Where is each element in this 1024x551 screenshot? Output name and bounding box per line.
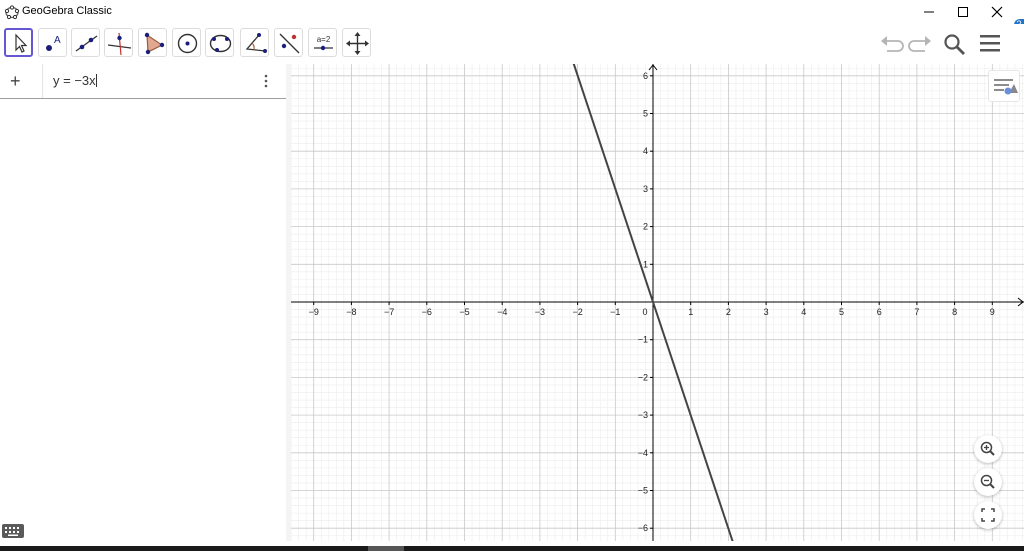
x-tick-label: −5 (459, 307, 469, 317)
ellipse-icon (209, 34, 232, 53)
y-tick-label: 5 (643, 109, 648, 119)
text-caret (95, 74, 97, 87)
search-button[interactable] (942, 32, 970, 56)
search-icon (944, 34, 965, 55)
algebra-input-row: + y = −3x (0, 64, 286, 99)
reflect-icon (279, 33, 300, 54)
line-icon (75, 35, 98, 52)
zoom-in-icon (980, 441, 995, 456)
redo-button[interactable] (906, 32, 934, 56)
perpendicular-line-tool[interactable] (104, 28, 133, 57)
add-item-button[interactable]: + (10, 71, 21, 92)
y-tick-label: 4 (643, 146, 648, 156)
circle-center-icon (177, 33, 198, 54)
maximize-button[interactable] (946, 0, 980, 24)
divider (42, 64, 43, 98)
slider-tool[interactable]: a=2 (308, 28, 337, 57)
kebab-menu-icon[interactable] (262, 73, 270, 89)
move-arrows-icon (346, 32, 369, 55)
algebra-input[interactable]: y = −3x (53, 73, 97, 88)
x-tick-label: 8 (952, 307, 957, 317)
algebra-input-text: y = −3x (53, 73, 96, 88)
x-tick-label: 5 (839, 307, 844, 317)
minimize-icon (924, 11, 934, 13)
y-tick-label: −6 (638, 523, 648, 533)
y-tick-label: −4 (638, 448, 648, 458)
close-icon (991, 6, 1003, 18)
x-tick-label: 7 (914, 307, 919, 317)
angle-icon (245, 33, 267, 53)
window-title: GeoGebra Classic (22, 5, 112, 17)
geogebra-logo-icon (4, 5, 20, 20)
svg-text:A: A (54, 35, 61, 46)
undo-button[interactable] (878, 32, 906, 56)
redo-icon (908, 36, 931, 52)
keyboard-icon (5, 527, 19, 536)
fullscreen-icon (981, 508, 995, 522)
x-tick-label: −7 (384, 307, 394, 317)
circle-tool[interactable] (172, 28, 201, 57)
x-tick-label: 0 (642, 307, 647, 317)
zoom-in-button[interactable] (974, 435, 1002, 463)
polygon-tool[interactable] (138, 28, 167, 57)
y-tick-label: −1 (638, 335, 648, 345)
scroll-thumb[interactable] (368, 546, 404, 551)
fullscreen-button[interactable] (974, 501, 1002, 529)
keyboard-button[interactable] (2, 524, 24, 538)
move-graphics-tool[interactable] (342, 28, 371, 57)
point-tool[interactable]: A (38, 28, 67, 57)
maximize-icon (958, 7, 968, 17)
x-tick-label: −9 (309, 307, 319, 317)
y-tick-label: −2 (638, 372, 648, 382)
x-tick-label: 2 (726, 307, 731, 317)
x-tick-label: 1 (688, 307, 693, 317)
y-tick-label: −3 (638, 410, 648, 420)
x-tick-label: 4 (801, 307, 806, 317)
conic-tool[interactable] (205, 28, 234, 57)
line-tool[interactable] (71, 28, 100, 57)
x-tick-label: −1 (610, 307, 620, 317)
style-bar-icon (994, 79, 1018, 95)
menu-icon (980, 35, 1000, 52)
close-button[interactable] (980, 0, 1014, 24)
y-tick-label: 1 (643, 259, 648, 269)
graphics-view[interactable]: −9 −8 −7 −6 −5 −4 −3 −2 −1 0 1 2 3 4 5 6 7 8 9 1 2 3 4 5 6 −1 −2 −3… (291, 64, 1024, 541)
perpendicular-icon (107, 32, 132, 56)
x-tick-label: −4 (497, 307, 507, 317)
x-tick-label: −2 (572, 307, 582, 317)
slider-icon: a=2 (314, 35, 333, 51)
polygon-icon (144, 32, 165, 55)
toolbar: A a=2 (0, 24, 1024, 64)
style-bar-toggle[interactable] (988, 70, 1020, 102)
title-bar: GeoGebra Classic (0, 0, 1024, 24)
y-tick-label: 2 (643, 222, 648, 232)
x-tick-label: −3 (535, 307, 545, 317)
x-tick-label: −8 (346, 307, 356, 317)
y-tick-label: −5 (638, 486, 648, 496)
move-tool[interactable] (4, 28, 33, 57)
undo-icon (881, 36, 904, 52)
y-tick-label: 3 (643, 184, 648, 194)
zoom-out-icon (980, 474, 995, 489)
x-tick-label: 6 (877, 307, 882, 317)
minimize-button[interactable] (912, 0, 946, 24)
angle-tool[interactable] (240, 28, 269, 57)
x-tick-label: 3 (764, 307, 769, 317)
svg-text:a=2: a=2 (317, 35, 331, 44)
arrow-cursor-icon (15, 33, 28, 53)
y-tick-label: 6 (643, 71, 648, 81)
algebra-view: + y = −3x (0, 64, 287, 541)
main-menu-button[interactable] (977, 32, 1005, 56)
x-tick-label: −6 (422, 307, 432, 317)
x-tick-label: 9 (990, 307, 995, 317)
point-icon: A (46, 35, 61, 51)
taskbar-strip (0, 546, 1024, 551)
graph-canvas[interactable]: −9 −8 −7 −6 −5 −4 −3 −2 −1 0 1 2 3 4 5 6 7 8 9 1 2 3 4 5 6 −1 −2 −3… (291, 64, 1024, 541)
zoom-out-button[interactable] (974, 468, 1002, 496)
reflect-tool[interactable] (274, 28, 303, 57)
